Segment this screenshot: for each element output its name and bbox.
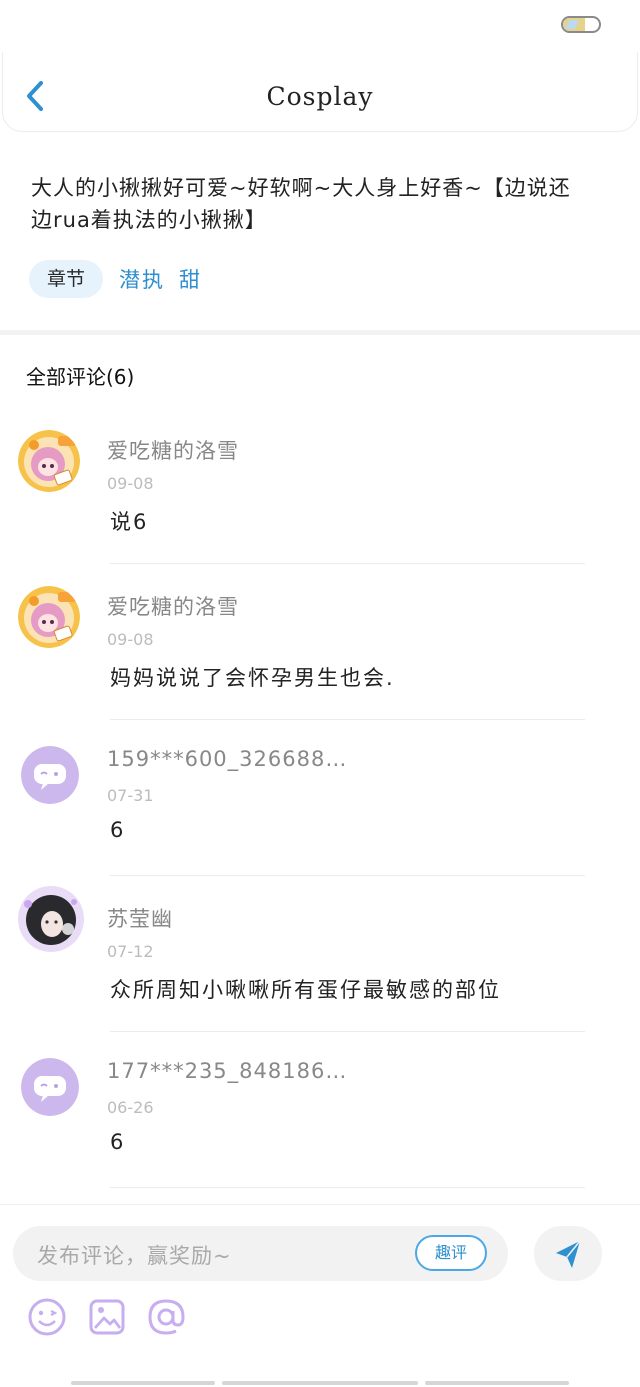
comment-author-name[interactable]: 159***600_326688… — [107, 747, 347, 771]
comment-text: 6 — [110, 1130, 126, 1154]
comment-text: 说6 — [110, 510, 149, 534]
top-navigation-bar: Cosplay — [2, 52, 638, 132]
status-bar — [0, 0, 640, 52]
home-indicator — [71, 1381, 215, 1385]
tag-row: 章节 潜执 甜 — [29, 260, 611, 298]
user-photo-avatar[interactable] — [16, 884, 86, 954]
chapter-text-line-2: 边rua着执法的小揪揪】 — [31, 208, 267, 232]
home-indicator — [222, 1381, 418, 1385]
mention-button[interactable] — [146, 1297, 186, 1337]
chapter-summary: 大人的小揪揪好可爱~好软啊~大人身上好香~【边说还 边rua着执法的小揪揪】 章… — [29, 172, 611, 298]
comment-input-placeholder: 发布评论，赢奖励~ — [37, 1244, 232, 1268]
comment-item: 爱吃糖的洛雪 09-08 妈妈说说了会怀孕男生也会. — [0, 584, 640, 740]
image-button[interactable] — [87, 1297, 127, 1337]
tag-link-qianzhi[interactable]: 潜执 — [119, 264, 165, 294]
comment-item: 爱吃糖的洛雪 09-08 说6 — [0, 428, 640, 584]
comment-divider — [110, 875, 585, 876]
chat-bubble-icon — [21, 746, 79, 804]
comment-input[interactable]: 发布评论，赢奖励~ 趣评 — [13, 1226, 508, 1281]
battery-icon — [561, 16, 601, 33]
image-icon — [89, 1299, 125, 1335]
default-avatar[interactable] — [21, 746, 79, 804]
comment-composer: 发布评论，赢奖励~ 趣评 — [0, 1204, 640, 1387]
comment-divider — [110, 563, 585, 564]
quping-button[interactable]: 趣评 — [415, 1235, 487, 1271]
comment-item: 苏莹幽 07-12 众所周知小啾啾所有蛋仔最敏感的部位 — [0, 886, 640, 1052]
comment-text: 妈妈说说了会怀孕男生也会. — [110, 666, 395, 690]
comment-divider — [110, 1187, 585, 1188]
section-divider — [0, 330, 640, 335]
comment-author-name[interactable]: 苏莹幽 — [107, 903, 173, 933]
comment-text: 众所周知小啾啾所有蛋仔最敏感的部位 — [110, 978, 501, 1002]
page-title: Cosplay — [266, 82, 374, 111]
comment-author-name[interactable]: 爱吃糖的洛雪 — [107, 435, 239, 465]
emoji-button[interactable] — [27, 1297, 67, 1337]
comment-date: 06-26 — [107, 1098, 154, 1117]
comment-item: 177***235_848186… 06-26 6 — [0, 1052, 640, 1208]
author-avatar[interactable] — [18, 586, 80, 648]
comment-date: 07-31 — [107, 786, 154, 805]
comment-date: 09-08 — [107, 474, 154, 493]
chat-bubble-icon — [21, 1058, 79, 1116]
emoji-icon — [28, 1298, 66, 1336]
comment-divider — [110, 719, 585, 720]
comments-section-title: 全部评论(6) — [26, 365, 135, 389]
chapter-text-line-1: 大人的小揪揪好可爱~好软啊~大人身上好香~【边说还 — [31, 176, 571, 200]
comment-divider — [110, 1031, 585, 1032]
send-button[interactable] — [534, 1226, 602, 1281]
home-indicator — [425, 1381, 569, 1385]
mention-icon — [148, 1299, 185, 1335]
chapter-chip[interactable]: 章节 — [29, 260, 104, 298]
tag-link-tian[interactable]: 甜 — [179, 264, 202, 294]
paper-plane-icon — [556, 1240, 581, 1268]
comment-text: 6 — [110, 818, 126, 842]
comment-author-name[interactable]: 177***235_848186… — [107, 1059, 347, 1083]
comment-author-name[interactable]: 爱吃糖的洛雪 — [107, 591, 239, 621]
author-avatar[interactable] — [18, 430, 80, 492]
default-avatar[interactable] — [21, 1058, 79, 1116]
comment-date: 07-12 — [107, 942, 154, 961]
comment-item: 159***600_326688… 07-31 6 — [0, 740, 640, 896]
comment-date: 09-08 — [107, 630, 154, 649]
